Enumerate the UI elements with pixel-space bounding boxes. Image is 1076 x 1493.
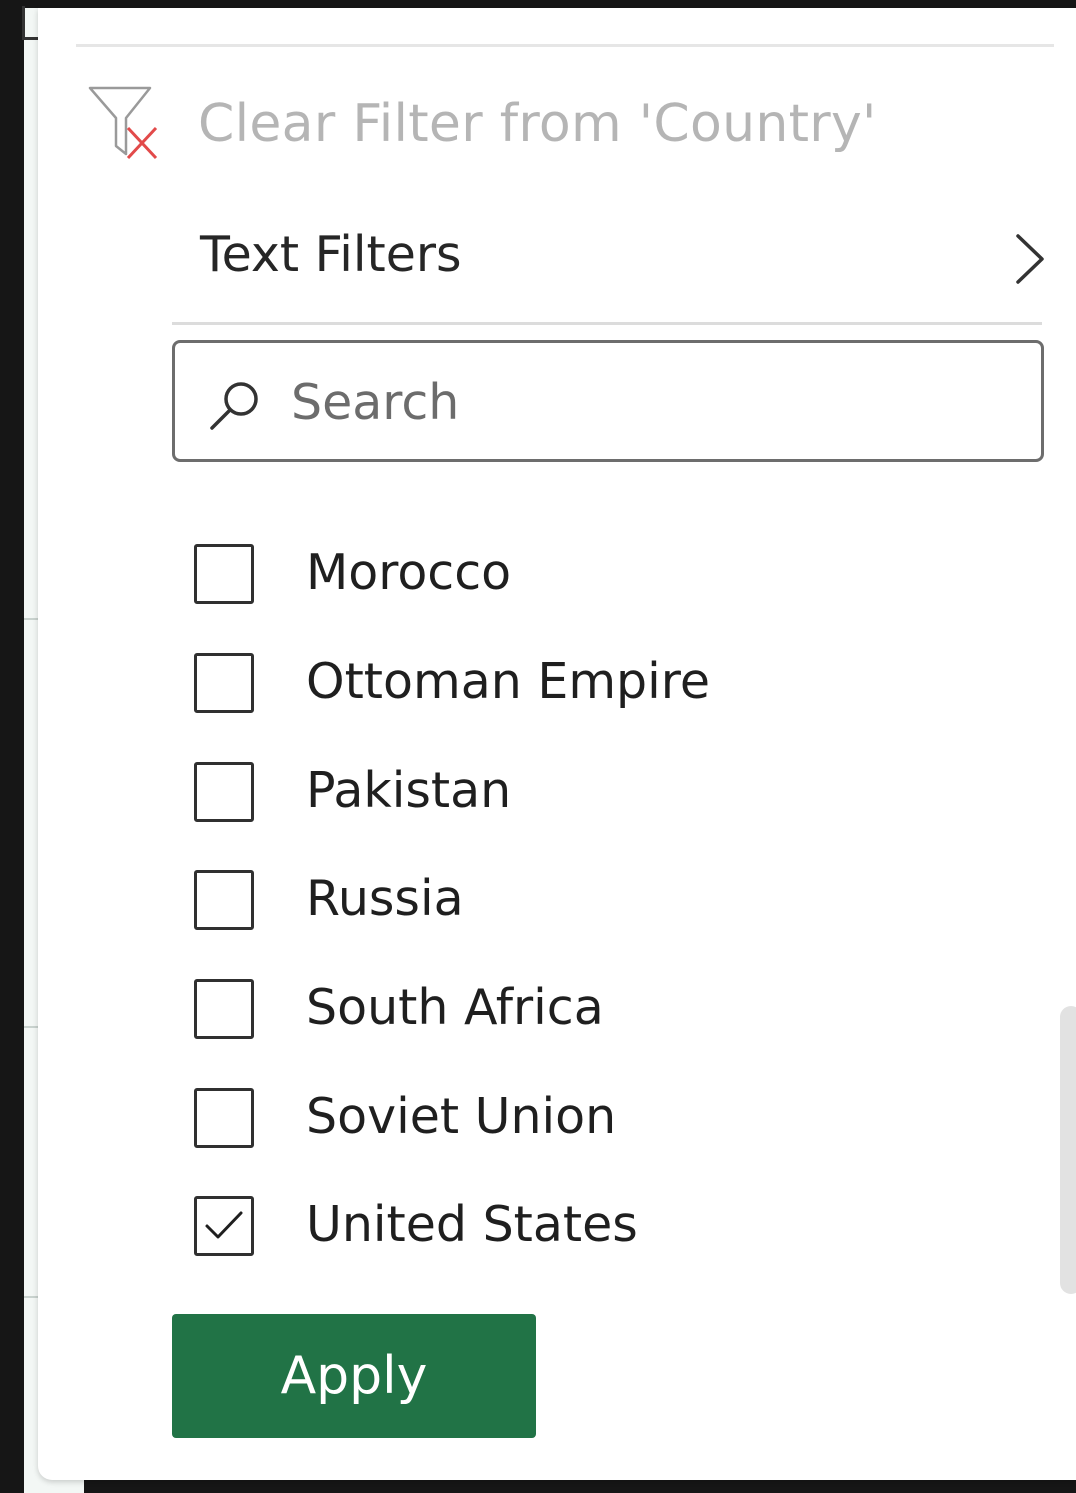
- menu-divider: [172, 322, 1042, 325]
- list-item-morocco[interactable]: Morocco: [194, 528, 954, 628]
- apply-button[interactable]: Apply: [172, 1314, 536, 1438]
- text-filters-label: Text Filters: [200, 226, 462, 283]
- clear-filter-label: Clear Filter from 'Country': [198, 94, 877, 154]
- clear-filter-icon: [88, 86, 158, 160]
- checkbox[interactable]: [194, 762, 254, 822]
- check-mark-icon: [205, 1211, 243, 1239]
- list-item-south-africa[interactable]: South Africa: [194, 963, 954, 1063]
- list-item-ottoman-empire[interactable]: Ottoman Empire: [194, 637, 954, 737]
- search-box[interactable]: [172, 340, 1044, 462]
- search-input[interactable]: [291, 367, 1011, 437]
- list-item-russia[interactable]: Russia: [194, 854, 954, 954]
- list-item-label: Russia: [306, 870, 464, 927]
- list-item-soviet-union[interactable]: Soviet Union: [194, 1072, 954, 1172]
- checkbox[interactable]: [194, 979, 254, 1039]
- checkbox[interactable]: [194, 544, 254, 604]
- list-item-label: Ottoman Empire: [306, 653, 710, 710]
- checkbox[interactable]: [194, 653, 254, 713]
- checkbox-checked[interactable]: [194, 1196, 254, 1256]
- checkbox[interactable]: [194, 870, 254, 930]
- filter-dropdown-panel: Clear Filter from 'Country' Text Filters…: [38, 8, 1076, 1480]
- chevron-right-icon: [1016, 234, 1044, 284]
- list-item-united-states[interactable]: United States: [194, 1180, 954, 1280]
- list-item-label: Pakistan: [306, 762, 512, 819]
- list-item-pakistan[interactable]: Pakistan: [194, 746, 954, 846]
- clear-filter-menu-item[interactable]: Clear Filter from 'Country': [78, 78, 878, 174]
- country-value-list: Morocco Ottoman Empire Pakistan Russia S…: [172, 498, 1032, 1288]
- list-item-label: South Africa: [306, 979, 604, 1036]
- list-item-label: United States: [306, 1196, 638, 1253]
- checkbox[interactable]: [194, 1088, 254, 1148]
- search-icon: [210, 382, 258, 430]
- text-filters-menu-item[interactable]: Text Filters: [172, 204, 1046, 312]
- list-item-label: Morocco: [306, 544, 512, 601]
- list-item-label: Soviet Union: [306, 1088, 617, 1145]
- list-scrollbar[interactable]: [1060, 1006, 1076, 1294]
- menu-divider: [76, 44, 1054, 47]
- spreadsheet-cell-edge: [22, 6, 38, 40]
